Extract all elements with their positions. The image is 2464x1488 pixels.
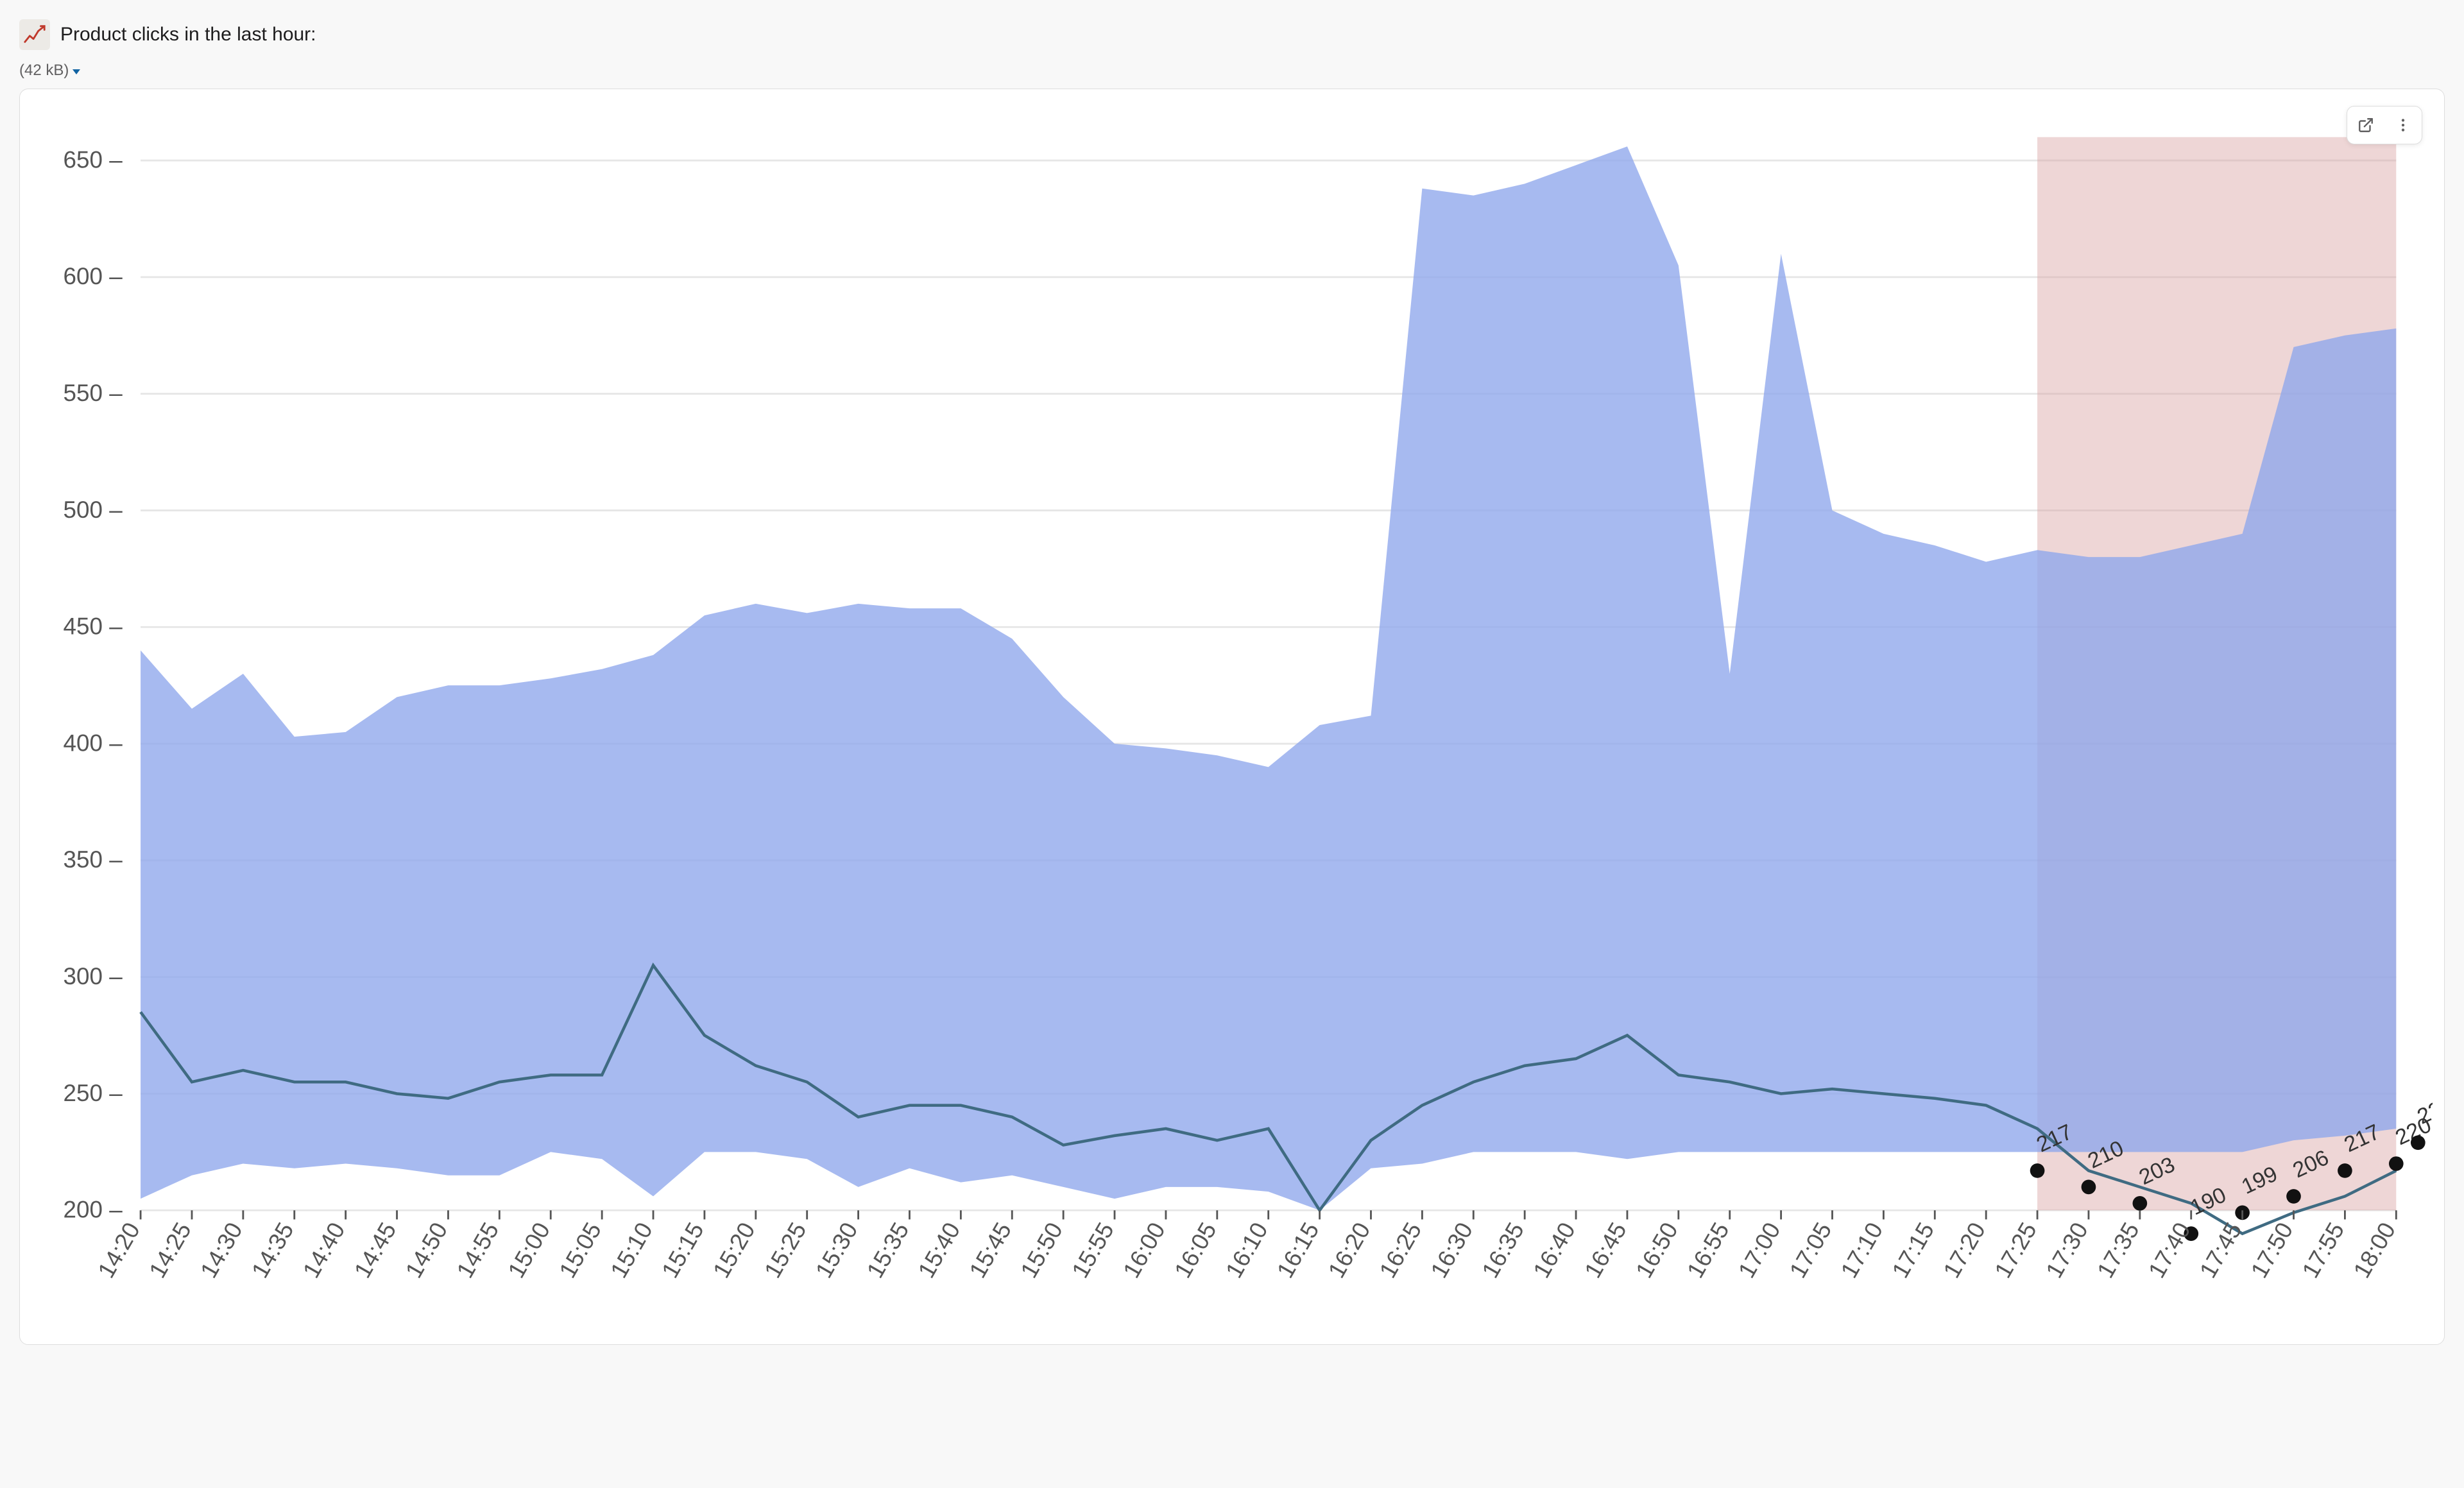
svg-text:16:10: 16:10 <box>1220 1218 1273 1282</box>
svg-text:14:35: 14:35 <box>246 1218 299 1282</box>
svg-text:500 –: 500 – <box>64 497 123 523</box>
svg-text:16:45: 16:45 <box>1579 1218 1632 1282</box>
svg-text:17:00: 17:00 <box>1733 1218 1786 1282</box>
svg-text:15:45: 15:45 <box>964 1218 1017 1282</box>
svg-text:250 –: 250 – <box>64 1080 123 1106</box>
svg-text:14:30: 14:30 <box>195 1218 248 1282</box>
svg-text:15:15: 15:15 <box>656 1218 709 1282</box>
svg-text:17:15: 17:15 <box>1887 1218 1940 1282</box>
svg-text:16:20: 16:20 <box>1323 1218 1376 1282</box>
svg-text:17:35: 17:35 <box>2092 1218 2144 1282</box>
svg-text:200 –: 200 – <box>64 1197 123 1223</box>
svg-text:550 –: 550 – <box>64 380 123 406</box>
svg-text:16:05: 16:05 <box>1169 1218 1222 1282</box>
svg-text:14:55: 14:55 <box>452 1218 504 1282</box>
svg-text:16:30: 16:30 <box>1426 1218 1478 1282</box>
svg-text:600 –: 600 – <box>64 263 123 289</box>
svg-text:18:00: 18:00 <box>2348 1218 2401 1282</box>
svg-text:17:55: 17:55 <box>2297 1218 2350 1282</box>
kebab-icon <box>2395 117 2411 133</box>
chart-attachment: 200 – 250 – 300 – 350 – 400 – 450 – 500 – 550 –… <box>19 89 2445 1345</box>
svg-text:16:00: 16:00 <box>1118 1218 1170 1282</box>
open-external-button[interactable] <box>2347 107 2384 144</box>
svg-text:15:00: 15:00 <box>503 1218 556 1282</box>
chart-plot: 200 – 250 – 300 – 350 – 400 – 450 – 500 – 550 –… <box>31 101 2433 1338</box>
svg-text:16:25: 16:25 <box>1374 1218 1427 1282</box>
svg-text:14:45: 14:45 <box>349 1218 402 1282</box>
svg-text:450 –: 450 – <box>64 613 123 640</box>
svg-text:15:25: 15:25 <box>759 1218 812 1282</box>
attachment-action-bar <box>2347 106 2422 144</box>
svg-text:15:55: 15:55 <box>1066 1218 1119 1282</box>
svg-text:650 –: 650 – <box>64 146 123 173</box>
svg-text:17:20: 17:20 <box>1938 1218 1990 1282</box>
svg-text:14:50: 14:50 <box>400 1218 453 1282</box>
svg-text:350 –: 350 – <box>64 846 123 873</box>
svg-text:16:40: 16:40 <box>1528 1218 1580 1282</box>
svg-text:16:50: 16:50 <box>1630 1218 1683 1282</box>
message-title: Product clicks in the last hour: <box>60 24 316 46</box>
svg-text:15:30: 15:30 <box>810 1218 863 1282</box>
svg-text:16:35: 16:35 <box>1476 1218 1529 1282</box>
svg-text:15:40: 15:40 <box>913 1218 966 1282</box>
svg-text:17:05: 17:05 <box>1784 1218 1837 1282</box>
svg-text:300 –: 300 – <box>64 963 123 989</box>
svg-text:17:10: 17:10 <box>1836 1218 1888 1282</box>
svg-text:17:30: 17:30 <box>2041 1218 2093 1282</box>
svg-text:16:15: 16:15 <box>1272 1218 1324 1282</box>
svg-text:15:20: 15:20 <box>708 1218 760 1282</box>
svg-text:14:20: 14:20 <box>92 1218 145 1282</box>
attachment-size-label: (42 kB) <box>19 62 69 80</box>
svg-text:14:25: 14:25 <box>144 1218 196 1282</box>
svg-text:400 –: 400 – <box>64 730 123 756</box>
chart-trend-icon <box>19 19 50 50</box>
svg-text:14:40: 14:40 <box>298 1218 350 1282</box>
svg-text:16:55: 16:55 <box>1682 1218 1734 1282</box>
svg-text:15:50: 15:50 <box>1015 1218 1068 1282</box>
external-link-icon <box>2357 117 2374 133</box>
caret-down-icon <box>73 69 80 74</box>
svg-text:17:25: 17:25 <box>1989 1218 2042 1282</box>
more-actions-button[interactable] <box>2384 107 2422 144</box>
message-header: Product clicks in the last hour: <box>19 19 2445 50</box>
svg-text:15:05: 15:05 <box>554 1218 606 1282</box>
svg-text:15:10: 15:10 <box>605 1218 658 1282</box>
attachment-size-dropdown[interactable]: (42 kB) <box>19 62 2445 80</box>
svg-text:17:40: 17:40 <box>2143 1218 2196 1282</box>
svg-text:17:45: 17:45 <box>2194 1218 2247 1282</box>
svg-text:15:35: 15:35 <box>862 1218 914 1282</box>
